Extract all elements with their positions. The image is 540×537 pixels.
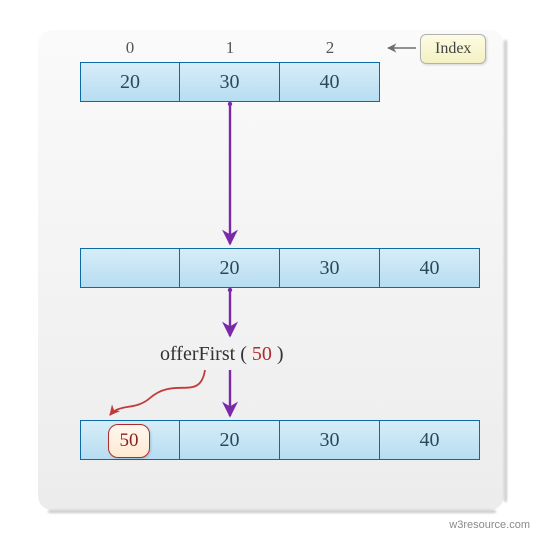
cell: 40 [280, 62, 380, 102]
watermark: w3resource.com [449, 519, 530, 531]
cell: 40 [380, 420, 480, 460]
cell: 20 [180, 420, 280, 460]
cell: 30 [280, 248, 380, 288]
cell: 20 [80, 62, 180, 102]
index-label-0: 0 [80, 38, 180, 58]
panel-shadow [504, 40, 507, 502]
cell-empty [80, 248, 180, 288]
diagram-stage: 0 1 2 Index 20 30 40 20 30 40 offerFirst… [0, 0, 540, 537]
paren-close: ) [272, 343, 284, 365]
panel-shadow [48, 510, 496, 513]
index-label-2: 2 [280, 38, 380, 58]
cell: 40 [380, 248, 480, 288]
cell: 30 [180, 62, 280, 102]
method-arg: 50 [252, 343, 272, 365]
deque-row-initial: 20 30 40 [80, 62, 380, 102]
deque-row-shifted: 20 30 40 [80, 248, 480, 288]
cell: 30 [280, 420, 380, 460]
index-tag: Index [420, 34, 486, 64]
method-name: offerFirst [160, 343, 235, 365]
cell: 20 [180, 248, 280, 288]
new-value-pill: 50 [108, 424, 150, 458]
paren-open: ( [235, 343, 252, 365]
index-label-1: 1 [180, 38, 280, 58]
method-call-label: offerFirst ( 50 ) [160, 343, 284, 366]
